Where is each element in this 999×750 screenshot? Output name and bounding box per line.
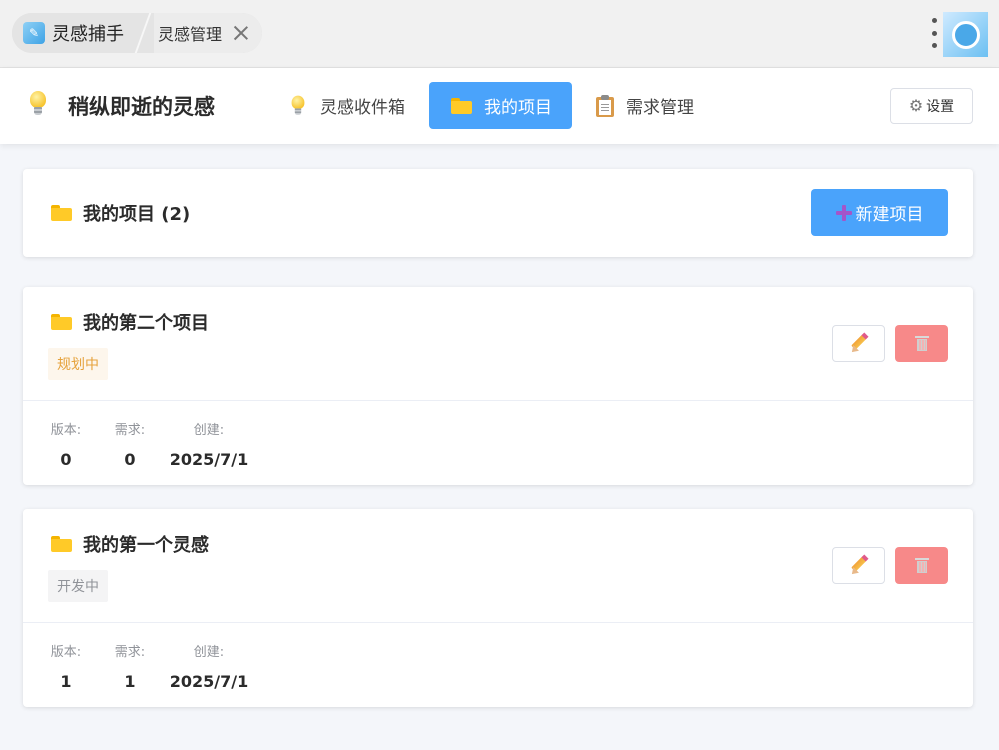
trash-icon (914, 336, 929, 351)
plus-icon (835, 204, 852, 221)
app-avatar-icon[interactable] (943, 12, 988, 57)
more-menu-icon[interactable] (929, 18, 939, 48)
settings-label: 设置 (926, 99, 955, 115)
nav-item-inbox[interactable]: 灵感收件箱 (278, 82, 415, 129)
new-project-label: 新建项目 (855, 205, 924, 225)
project-name-text: 我的第一个灵感 (83, 535, 209, 556)
stat-value: 1 (124, 672, 136, 691)
stat-label: 版本: (50, 645, 82, 660)
project-stats: 版本: 0 需求: 0 创建: 2025/7/1 (23, 401, 973, 485)
pencil-icon (848, 553, 869, 577)
status-badge: 开发中 (48, 570, 108, 602)
project-name: 我的第二个项目 (51, 309, 209, 335)
tab-divider (140, 13, 154, 53)
status-badge: 规划中 (48, 348, 108, 380)
main-nav: 灵感收件箱 我的项目 需求管理 (278, 82, 718, 129)
nav-item-projects[interactable]: 我的项目 (429, 82, 572, 129)
brand: 稍纵即逝的灵感 (28, 68, 215, 144)
project-card-header: 我的第二个项目 规划中 (23, 287, 973, 401)
trash-icon (914, 558, 929, 573)
window-top-bar: ✎ 灵感捕手 灵感管理 (0, 0, 999, 68)
edit-button[interactable] (832, 547, 885, 584)
stat-value: 0 (124, 450, 136, 469)
stat-value: 1 (60, 672, 72, 691)
project-name: 我的第一个灵感 (51, 531, 209, 557)
project-card: 我的第二个项目 规划中 版本: 0 需求: 0 创建: 2025/7/1 (23, 287, 973, 485)
stat-requirements: 需求: 0 (106, 419, 154, 469)
nav-item-label: 需求管理 (626, 98, 694, 118)
lightbulb-icon (28, 91, 52, 121)
settings-button[interactable]: ⚙ 设置 (890, 88, 973, 124)
nav-item-label: 我的项目 (484, 98, 552, 118)
new-project-button[interactable]: 新建项目 (811, 189, 948, 236)
project-card: 我的第一个灵感 开发中 版本: 1 需求: 1 创建: 2025/7/1 (23, 509, 973, 707)
lightbulb-icon (288, 93, 308, 119)
pencil-icon (848, 331, 869, 355)
brand-title: 稍纵即逝的灵感 (68, 95, 215, 119)
stat-label: 需求: (114, 645, 146, 660)
app-logo-icon: ✎ (23, 22, 45, 44)
stat-value: 2025/7/1 (169, 672, 249, 691)
tab-app[interactable]: ✎ 灵感捕手 (12, 13, 140, 53)
clipboard-icon (596, 94, 614, 117)
tab-group: ✎ 灵感捕手 灵感管理 (12, 13, 263, 53)
stat-created: 创建: 2025/7/1 (169, 419, 249, 469)
stat-label: 需求: (114, 423, 146, 438)
app-header: 稍纵即逝的灵感 灵感收件箱 我的项目 需求管理 ⚙ 设置 (0, 68, 999, 144)
stat-created: 创建: 2025/7/1 (169, 641, 249, 691)
stat-label: 创建: (193, 423, 225, 438)
page-title: 我的项目 (2) (83, 204, 191, 225)
stat-label: 版本: (50, 423, 82, 438)
close-icon[interactable] (232, 24, 250, 42)
tab-app-title: 灵感捕手 (52, 24, 124, 45)
nav-item-label: 灵感收件箱 (320, 98, 405, 118)
stat-value: 2025/7/1 (169, 450, 249, 469)
folder-icon (51, 205, 72, 221)
stat-version: 版本: 1 (42, 641, 90, 691)
stat-requirements: 需求: 1 (106, 641, 154, 691)
folder-icon (51, 314, 72, 330)
stat-label: 创建: (193, 645, 225, 660)
stat-version: 版本: 0 (42, 419, 90, 469)
edit-button[interactable] (832, 325, 885, 362)
projects-summary-card: 我的项目 (2) 新建项目 (23, 169, 973, 257)
tab-inspiration-management[interactable]: 灵感管理 (154, 13, 263, 53)
delete-button[interactable] (895, 325, 948, 362)
nav-item-requirements[interactable]: 需求管理 (586, 82, 704, 129)
stat-value: 0 (60, 450, 72, 469)
folder-icon (451, 97, 472, 114)
folder-icon (51, 536, 72, 552)
projects-summary-title: 我的项目 (2) (51, 169, 190, 257)
project-stats: 版本: 1 需求: 1 创建: 2025/7/1 (23, 623, 973, 707)
gear-icon: ⚙ (908, 96, 924, 115)
delete-button[interactable] (895, 547, 948, 584)
project-name-text: 我的第二个项目 (83, 313, 209, 334)
project-card-header: 我的第一个灵感 开发中 (23, 509, 973, 623)
tab-sub-title: 灵感管理 (158, 25, 223, 44)
